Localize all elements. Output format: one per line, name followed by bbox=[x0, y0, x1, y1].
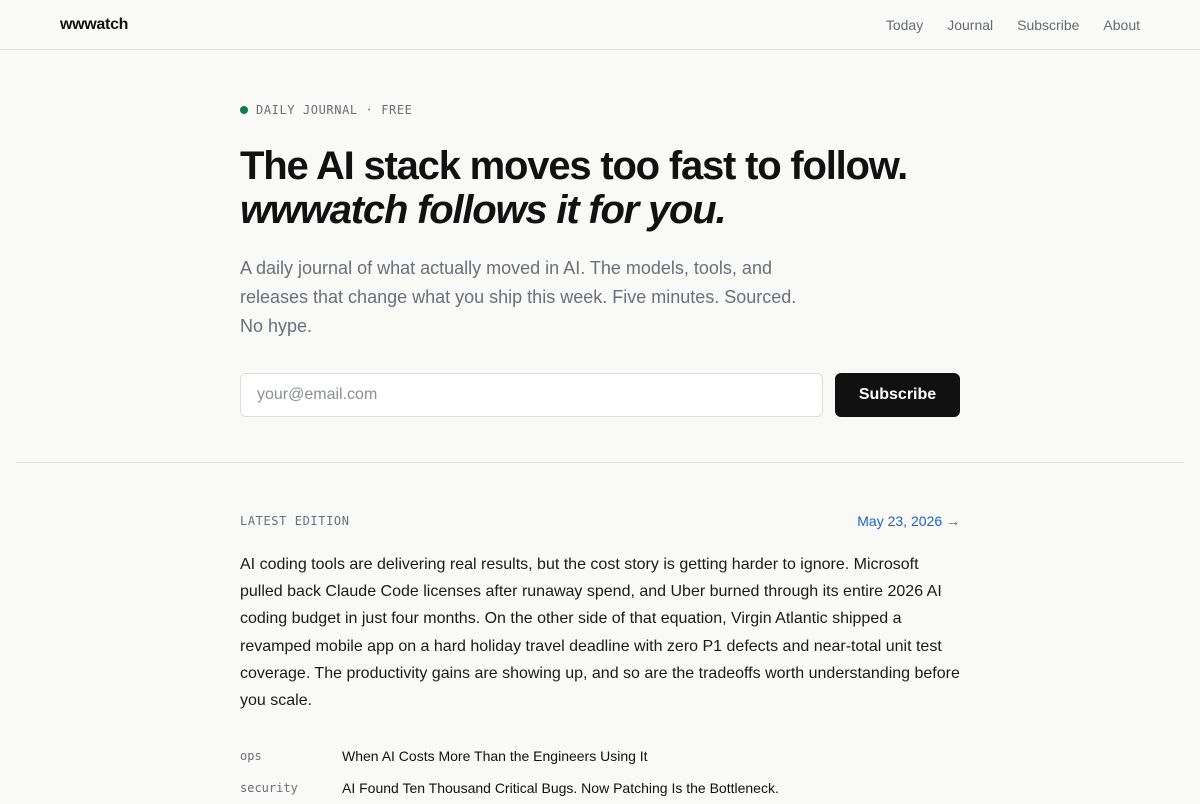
story-tag: ops bbox=[240, 749, 262, 764]
email-input[interactable] bbox=[240, 373, 823, 417]
headline-line-2: wwwatch follows it for you. bbox=[240, 188, 727, 232]
section-divider bbox=[16, 462, 1184, 463]
story-link[interactable]: When AI Costs More Than the Engineers Us… bbox=[342, 748, 648, 764]
latest-edition-section: LATEST EDITION May 23, 2026 → AI coding … bbox=[240, 511, 960, 804]
subscribe-form: Subscribe bbox=[240, 373, 960, 417]
page-headline: The AI stack moves too fast to follow. w… bbox=[240, 144, 960, 232]
edition-date-link[interactable]: May 23, 2026 → bbox=[857, 513, 960, 529]
eyebrow: DAILY JOURNAL · FREE bbox=[240, 100, 960, 120]
story-link[interactable]: AI Found Ten Thousand Critical Bugs. Now… bbox=[342, 780, 779, 796]
nav-about[interactable]: About bbox=[1103, 17, 1140, 33]
eyebrow-text: DAILY JOURNAL · FREE bbox=[256, 103, 413, 117]
latest-edition-header: LATEST EDITION May 23, 2026 → bbox=[240, 511, 960, 531]
nav-today[interactable]: Today bbox=[886, 17, 923, 33]
list-item: security AI Found Ten Thousand Critical … bbox=[240, 772, 960, 804]
hero-section: DAILY JOURNAL · FREE The AI stack moves … bbox=[240, 100, 960, 417]
hero-lede: A daily journal of what actually moved i… bbox=[240, 258, 797, 336]
nav-journal[interactable]: Journal bbox=[947, 17, 993, 33]
subscribe-button[interactable]: Subscribe bbox=[835, 373, 960, 417]
top-bar: wwwatch Today Journal Subscribe About bbox=[0, 0, 1200, 50]
edition-summary: AI coding tools are delivering real resu… bbox=[240, 556, 960, 710]
story-list: ops When AI Costs More Than the Engineer… bbox=[240, 740, 960, 804]
story-tag: security bbox=[240, 781, 298, 796]
latest-edition-label: LATEST EDITION bbox=[240, 514, 350, 528]
main-nav: Today Journal Subscribe About bbox=[886, 17, 1140, 33]
nav-subscribe[interactable]: Subscribe bbox=[1017, 17, 1079, 33]
list-item: ops When AI Costs More Than the Engineer… bbox=[240, 740, 960, 772]
headline-line-1: The AI stack moves too fast to follow. bbox=[240, 144, 908, 188]
site-logo[interactable]: wwwatch bbox=[60, 16, 128, 34]
status-dot-icon bbox=[240, 106, 248, 114]
